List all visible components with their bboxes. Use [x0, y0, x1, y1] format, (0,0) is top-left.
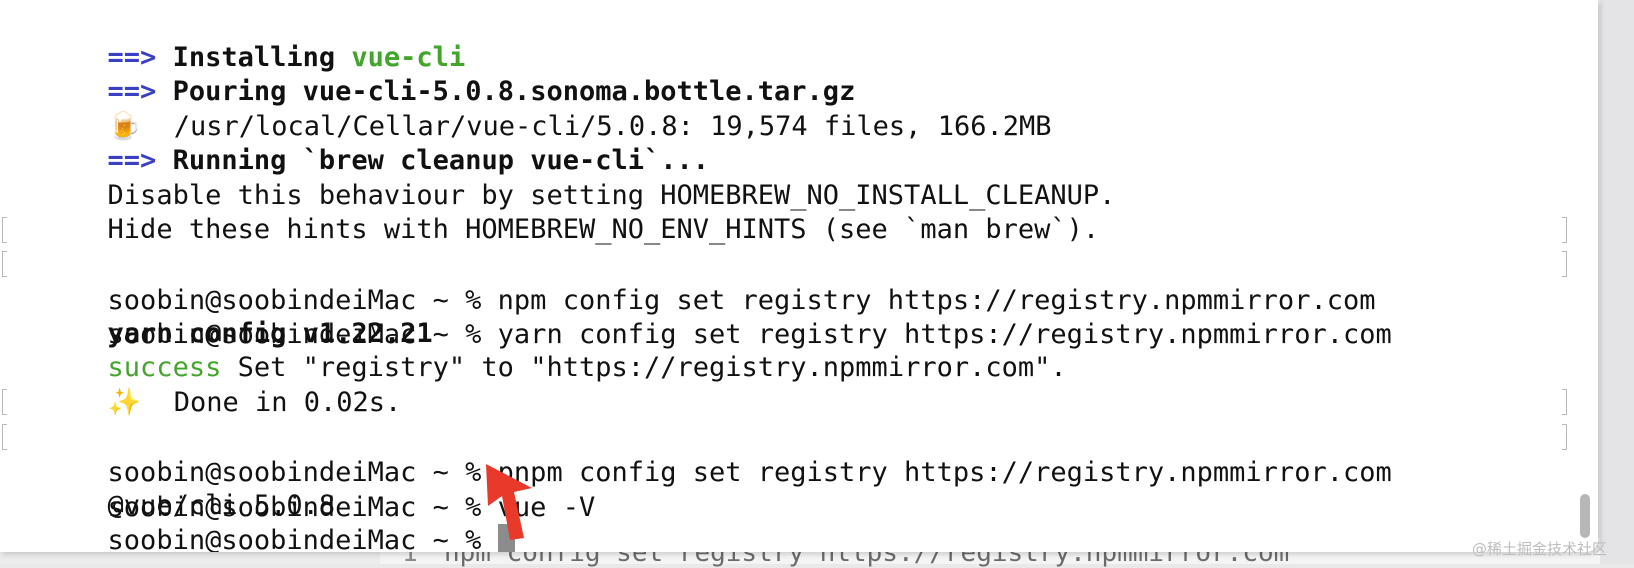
command-mark-left: [2, 217, 7, 243]
terminal-line: Hide these hints with HOMEBREW_NO_ENV_HI…: [10, 176, 1100, 245]
terminal-output[interactable]: ==> Installing vue-cli ==> Pouring vue-c…: [2, 0, 1567, 552]
terminal-line: Disable this behaviour by setting HOMEBR…: [10, 142, 1116, 211]
terminal-command-line: soobin@soobindeiMac ~ % pnpm config set …: [2, 383, 1567, 488]
command-mark-right: [1562, 251, 1567, 277]
command-mark-right: [1562, 217, 1567, 243]
terminal-prompt-line[interactable]: soobin@soobindeiMac ~ %: [10, 487, 515, 552]
command-mark-left: [2, 424, 7, 450]
terminal-command-line: soobin@soobindeiMac ~ % yarn config set …: [2, 245, 1567, 350]
command-mark-right: [1562, 424, 1567, 450]
prompt-text: soobin@soobindeiMac ~ %: [107, 525, 498, 552]
terminal-line: ==> Running `brew cleanup vue-cli`...: [10, 107, 709, 176]
watermark: @稀土掘金技术社区: [1472, 540, 1608, 558]
terminal-window[interactable]: ==> Installing vue-cli ==> Pouring vue-c…: [0, 0, 1598, 552]
command-mark-left: [2, 251, 7, 277]
adjacent-window-edge: [1600, 0, 1634, 564]
command-mark-right: [1562, 389, 1567, 415]
terminal-line: ✨ Done in 0.02s.: [10, 349, 402, 418]
terminal-line: 🍺 /usr/local/Cellar/vue-cli/5.0.8: 19,57…: [10, 73, 1052, 142]
scrollbar-track[interactable]: [1576, 0, 1598, 552]
terminal-line: @vue/cli 5.0.8: [10, 452, 336, 521]
terminal-line: success Set "registry" to "https://regis…: [10, 314, 1067, 383]
command-mark-left: [2, 389, 7, 415]
terminal-line: yarn config v1.22.21: [10, 280, 433, 349]
terminal-command-line: soobin@soobindeiMac ~ % npm config set r…: [2, 211, 1567, 316]
terminal-line: ==> Installing vue-cli: [10, 4, 466, 73]
scrollbar-thumb[interactable]: [1580, 494, 1590, 538]
annotation-arrow-icon: [486, 464, 532, 540]
terminal-command-line: soobin@soobindeiMac ~ % vue -V: [2, 418, 1567, 523]
terminal-line: ==> Pouring vue-cli-5.0.8.sonoma.bottle.…: [10, 38, 856, 107]
